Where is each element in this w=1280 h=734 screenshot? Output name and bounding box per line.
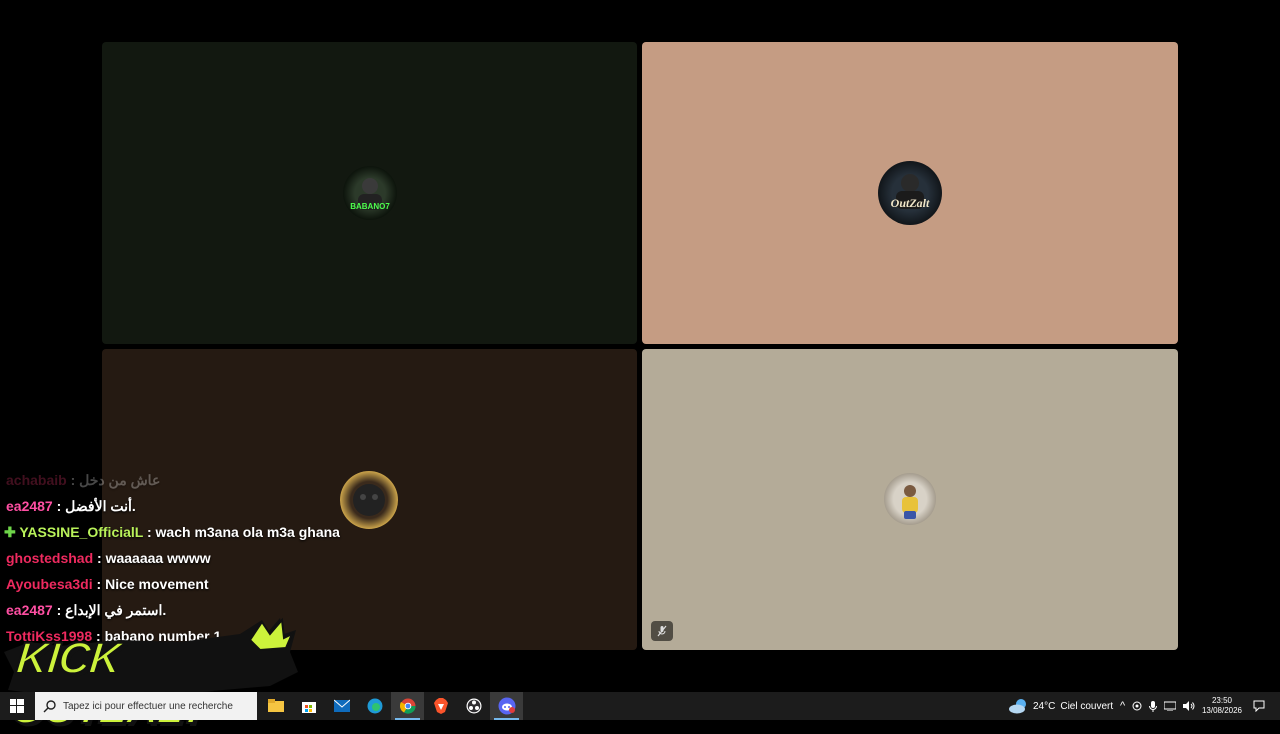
video-tile-babano7[interactable]: BABANO7 [102, 42, 637, 344]
avatar-participant-3 [340, 471, 398, 529]
start-button[interactable] [0, 692, 33, 720]
brave-button[interactable] [424, 692, 457, 720]
notifications-button[interactable] [1250, 692, 1268, 720]
chat-badge-icon: ✚ [4, 524, 16, 540]
chat-message: ghostedshad : waaaaaa wwww [6, 550, 211, 566]
discord-button[interactable] [490, 692, 523, 720]
taskbar-search-input[interactable]: Tapez ici pour effectuer une recherche [35, 692, 257, 720]
chat-username: YASSINE_OfficialL [19, 524, 144, 540]
weather-temp: 24°C [1033, 700, 1056, 712]
chat-message: ea2487 : أنت الأفضل. [6, 498, 136, 514]
edge-icon [367, 698, 382, 714]
svg-text:OutZalt: OutZalt [891, 196, 930, 210]
chat-username: ea2487 [6, 498, 53, 514]
chat-username: Ayoubesa3di [6, 576, 93, 592]
file-explorer-button[interactable] [259, 692, 292, 720]
chat-text: Nice movement [105, 576, 209, 592]
search-icon [43, 700, 56, 713]
chrome-icon [399, 698, 416, 714]
weather-widget[interactable]: 24°C Ciel couvert [1008, 692, 1113, 720]
chat-message: achabaib : عاش من دخل [6, 472, 161, 488]
windows-logo-icon [9, 699, 24, 713]
obs-button[interactable] [457, 692, 490, 720]
notification-icon [1253, 700, 1265, 712]
chrome-button[interactable] [391, 692, 424, 720]
weather-desc: Ciel couvert [1060, 700, 1114, 712]
system-tray: ^ [1120, 692, 1195, 720]
kick-outzalt-logo: KICK OUTZALT [0, 612, 300, 734]
avatar-participant-3-image [353, 484, 385, 516]
edge-button[interactable] [358, 692, 391, 720]
avatar-participant-4-image [902, 485, 918, 519]
chat-username: achabaib [6, 472, 67, 488]
microphone-icon[interactable] [1149, 700, 1158, 712]
obs-icon [466, 698, 481, 714]
avatar-outzalt: OutZalt [878, 161, 942, 225]
muted-mic-icon [651, 621, 673, 641]
brave-icon [433, 698, 448, 714]
search-placeholder: Tapez ici pour effectuer une recherche [63, 700, 233, 712]
clock-time: 23:50 [1211, 696, 1233, 705]
clock[interactable]: 23:50 13/08/2026 [1200, 692, 1244, 720]
video-tile-participant-4[interactable] [642, 349, 1178, 650]
avatar-participant-4 [884, 473, 936, 525]
windows-taskbar: Tapez ici pour effectuer une recherche 2… [0, 692, 1280, 720]
store-button[interactable] [292, 692, 325, 720]
chat-text: wach m3ana ola m3a ghana [155, 524, 340, 540]
chat-message: Ayoubesa3di : Nice movement [6, 576, 209, 592]
chat-text: عاش من دخل [79, 472, 161, 488]
chat-username: ghostedshad [6, 550, 94, 566]
svg-text:BABANO7: BABANO7 [350, 202, 390, 211]
chat-message: ✚ YASSINE_OfficialL : wach m3ana ola m3a… [4, 524, 340, 540]
mail-icon [333, 699, 350, 712]
avatar-babano7-image: BABANO7 [350, 178, 390, 211]
file-explorer-icon [267, 699, 284, 712]
discord-icon [498, 697, 515, 715]
mail-button[interactable] [325, 692, 358, 720]
avatar-outzalt-image: OutZalt [891, 174, 930, 210]
clock-date: 13/08/2026 [1201, 706, 1243, 715]
chat-text: waaaaaa wwww [105, 550, 211, 566]
network-usage-icon[interactable] [1132, 701, 1142, 711]
chevron-up-icon[interactable]: ^ [1120, 700, 1125, 712]
volume-icon[interactable] [1183, 701, 1195, 711]
avatar-babano7: BABANO7 [343, 166, 397, 220]
cloudy-weather-icon [1009, 699, 1026, 714]
video-tile-outzalt[interactable]: OutZalt [642, 42, 1178, 344]
chat-text: أنت الأفضل. [65, 498, 136, 514]
network-icon[interactable] [1164, 701, 1177, 711]
store-icon [301, 702, 316, 713]
video-tile-participant-3[interactable] [102, 349, 637, 650]
